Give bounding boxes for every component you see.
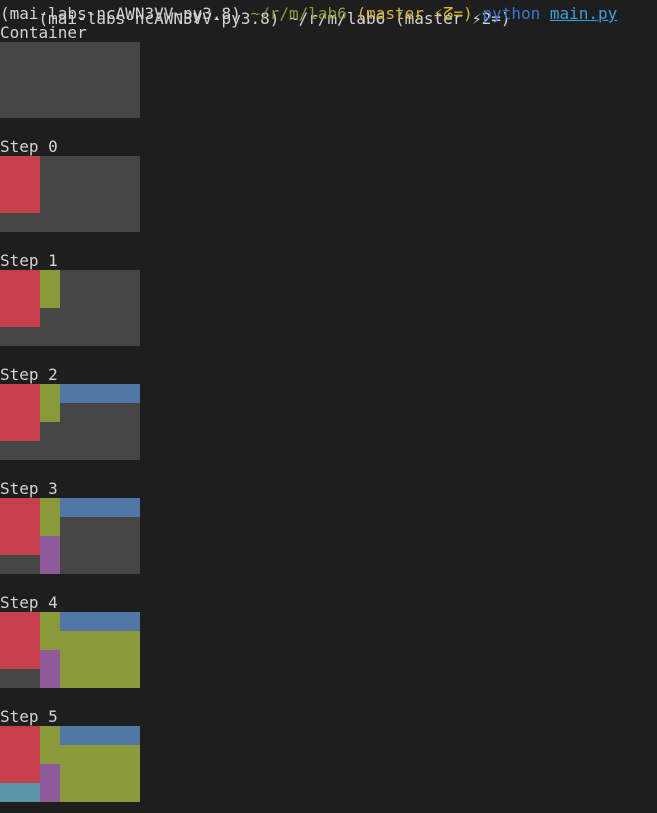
rect-olive-large xyxy=(60,631,140,688)
command-file-link[interactable]: main.py xyxy=(550,4,617,23)
rect-olive-small xyxy=(40,498,60,536)
section-label-step-0: Step 0 xyxy=(0,137,58,156)
shell-prompt: (mai-labs-ncAWN3VV-py3.8) ~/r/m/lab6 (ma… xyxy=(0,4,617,23)
rect-red xyxy=(0,612,40,669)
step-5-box xyxy=(0,726,140,802)
virtualenv-name: (mai-labs-ncAWN3VV-py3.8) xyxy=(0,4,241,23)
rect-purple xyxy=(40,536,60,574)
rect-red xyxy=(0,726,40,783)
section-label-step-5: Step 5 xyxy=(0,707,58,726)
rect-olive-small xyxy=(40,726,60,764)
step-0-box xyxy=(0,156,140,232)
section-label-step-4: Step 4 xyxy=(0,593,58,612)
rect-red xyxy=(0,498,40,555)
terminal-window: (mai-labs-ncAWN3VV-py3.8) ~/r/m/lab6 (ma… xyxy=(0,0,657,813)
step-4-box xyxy=(0,612,140,688)
step-3-box xyxy=(0,498,140,574)
container-box xyxy=(0,42,140,118)
section-label-step-2: Step 2 xyxy=(0,365,58,384)
command-name: python xyxy=(482,4,541,23)
rect-blue xyxy=(60,726,140,745)
rect-purple xyxy=(40,650,60,688)
rect-olive-small xyxy=(40,384,60,422)
rect-red xyxy=(0,270,40,327)
git-branch: (master xyxy=(356,4,424,23)
rect-purple xyxy=(40,764,60,802)
rect-teal xyxy=(0,783,40,802)
step-2-box xyxy=(0,384,140,460)
rect-red xyxy=(0,384,40,441)
section-label-step-3: Step 3 xyxy=(0,479,58,498)
rect-olive-small xyxy=(40,270,60,308)
rect-blue xyxy=(60,384,140,403)
current-path: ~/r/m/lab6 xyxy=(250,4,347,23)
rect-olive-large xyxy=(60,745,140,802)
rect-red xyxy=(0,156,40,213)
step-1-box xyxy=(0,270,140,346)
rect-blue xyxy=(60,612,140,631)
git-status: ⚡ᘔ=) xyxy=(433,4,473,23)
section-label-container: Container xyxy=(0,23,87,42)
rect-blue xyxy=(60,498,140,517)
rect-olive-small xyxy=(40,612,60,650)
section-label-step-1: Step 1 xyxy=(0,251,58,270)
